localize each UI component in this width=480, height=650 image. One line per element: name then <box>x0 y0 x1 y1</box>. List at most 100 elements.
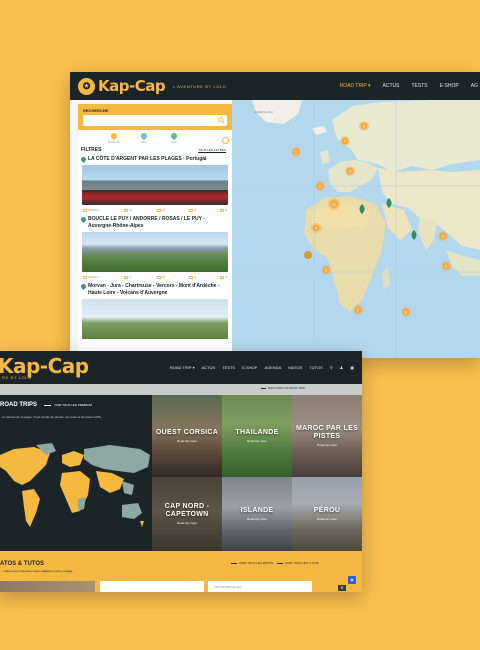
nav-agenda[interactable]: AGENDA <box>264 365 281 370</box>
matos-tutos-title: ATOS & TUTOS <box>0 561 45 567</box>
svg-text:3: 3 <box>325 268 327 272</box>
svg-text:4: 4 <box>363 124 365 128</box>
arrow-icon <box>261 388 266 389</box>
nav-tests[interactable]: TESTS <box>222 365 235 370</box>
trip-card[interactable]: BOUCLE LE PUY / ANDORRE / ROSAS / LE PUY… <box>78 214 232 281</box>
map-cluster: 2 <box>353 305 363 315</box>
pin-icon <box>79 215 88 224</box>
svg-text:2: 2 <box>295 150 297 154</box>
logo-text: Kap-Cap <box>98 77 166 95</box>
trip-title: LA CÔTE D'ARGENT PAR LES PLAGES - Portug… <box>88 156 207 162</box>
map-cluster: 2 <box>291 147 301 157</box>
tagline: RE BY LOLO <box>2 375 32 380</box>
likes-stat: 5 <box>220 275 227 279</box>
trip-photo <box>82 232 228 272</box>
submit-road-trip-link[interactable]: ENVOYER UN ROAD TRIP <box>268 386 305 390</box>
user-icon[interactable]: ♟ <box>340 365 344 370</box>
nav-tutos[interactable]: TUTOS <box>309 365 322 370</box>
nav-road-trip[interactable]: ROAD TRIP ▾ <box>170 365 195 370</box>
top-nav: ROAD TRIP ▾ ACTUS TESTS E-SHOP AG <box>340 72 480 100</box>
nav-road-trip[interactable]: ROAD TRIP ▾ <box>340 83 371 89</box>
svg-text:5: 5 <box>319 184 321 188</box>
nav-actus[interactable]: ACTUS <box>383 83 400 89</box>
svg-text:3: 3 <box>349 169 351 173</box>
destination-subtitle: Road trip moto <box>177 521 197 525</box>
search-band: RECHERCHE <box>78 104 232 132</box>
cart-icon[interactable]: ▣ <box>350 365 354 370</box>
route-icon <box>83 275 87 279</box>
tuto-card[interactable]: FOCUS MOTOS EQ <box>208 581 312 592</box>
search-icon[interactable]: ⚲ <box>330 365 333 370</box>
clock-icon <box>123 208 128 212</box>
svg-text:7: 7 <box>344 139 346 143</box>
svg-text:4: 4 <box>315 226 317 230</box>
pin-icon <box>79 282 88 291</box>
map-cluster: 2 <box>441 261 451 271</box>
nav-eshop[interactable]: E-SHOP <box>440 83 459 89</box>
all-filters-link[interactable]: TOUS LES FILTRES <box>198 148 226 152</box>
route-icon <box>83 208 87 212</box>
destination-tile[interactable]: THAILANDE Road trip moto <box>222 395 292 477</box>
map-cluster: 7 <box>340 136 350 146</box>
road-trip-icon <box>109 131 119 141</box>
arrow-icon <box>44 405 51 406</box>
spot-icon <box>169 131 179 141</box>
top-body: GREENLAND 4 7 2 3 5 12 4 3 6 2 8 2 RECHE… <box>70 100 480 358</box>
map-svg: GREENLAND 4 7 2 3 5 12 4 3 6 2 8 2 <box>232 100 480 358</box>
map-cluster: 4 <box>359 121 369 131</box>
steps-stat: 9 <box>189 275 196 279</box>
destination-subtitle: Road trip moto <box>247 517 267 521</box>
destination-tile[interactable]: PÉROU Road trip moto <box>292 477 362 551</box>
destination-tile[interactable]: MAROC PAR LES PISTES Road trip moto <box>292 395 362 477</box>
nav-eshop[interactable]: E-SHOP <box>242 365 257 370</box>
all-tutos-link[interactable]: VOIR TOUS LES TUTOS <box>285 561 319 565</box>
likes-stat: 3 <box>220 208 227 212</box>
flag-icon <box>189 275 194 279</box>
destination-tile[interactable]: ISLANDE Road trip moto <box>222 477 292 551</box>
destination-tile[interactable]: OUEST CORSICA Road trip moto <box>152 395 222 477</box>
svg-text:12: 12 <box>332 202 336 206</box>
tuto-card-photo[interactable] <box>0 581 95 592</box>
map-cluster: 8 <box>401 307 411 317</box>
logo[interactable]: ✪ Kap-Cap <box>78 77 166 95</box>
destination-tile[interactable]: CAP NORD - CAPETOWN Road trip moto <box>152 477 222 551</box>
search-label: RECHERCHE <box>83 108 109 113</box>
map-label: GREENLAND <box>254 110 274 114</box>
destination-grid: OUEST CORSICA Road trip moto THAILANDE R… <box>152 395 362 551</box>
matos-tutos-section: ATOS & TUTOS ... matos ou on travail le … <box>0 551 362 592</box>
close-button[interactable]: ✕ <box>338 585 346 591</box>
tagline: L'AVENTURE BY LOLO <box>173 83 227 89</box>
svg-text:2: 2 <box>357 308 359 312</box>
all-matos-link[interactable]: VOIR TOUS LES MATOS <box>239 561 273 565</box>
trip-card[interactable]: Morvan - Jura - Chartreuse - Vercors - M… <box>78 281 232 339</box>
world-map-illustration[interactable] <box>0 441 150 537</box>
camera-icon <box>156 275 161 279</box>
road-trips-section: ROAD TRIPS VOIR TOUS LES PREMIUM ...nt c… <box>0 395 152 551</box>
heart-icon <box>220 208 225 212</box>
nav-matos[interactable]: MATOS <box>288 365 302 370</box>
svg-text:2: 2 <box>445 264 447 268</box>
nav-actus[interactable]: ACTUS <box>202 365 216 370</box>
trip-stats: 2400 km 7 j 21 9 5 <box>81 272 229 281</box>
svg-text:6: 6 <box>442 234 444 238</box>
filters-title: FILTRES <box>81 147 102 153</box>
tuto-card-label: FOCUS MOTOS EQ <box>214 585 242 589</box>
bottom-nav: ROAD TRIP ▾ ACTUS TESTS E-SHOP AGENDA MA… <box>170 351 354 384</box>
moto-icon: ✪ <box>78 77 95 95</box>
world-map[interactable]: GREENLAND 4 7 2 3 5 12 4 3 6 2 8 2 <box>232 100 480 358</box>
filter-spot[interactable]: Spot <box>156 131 192 144</box>
nav-tests[interactable]: TESTS <box>411 83 427 89</box>
camera-icon <box>156 208 161 212</box>
info-icon[interactable] <box>222 137 229 144</box>
search-icon[interactable] <box>218 117 225 124</box>
trip-title: Morvan - Jura - Chartreuse - Vercors - M… <box>88 283 220 296</box>
nav-agenda[interactable]: AG <box>471 83 478 89</box>
search-box <box>83 115 227 132</box>
see-all-premium-link[interactable]: VOIR TOUS LES PREMIUM <box>54 403 92 407</box>
trip-card[interactable]: LA CÔTE D'ARGENT PAR LES PLAGES - Portug… <box>78 154 232 214</box>
destination-title: THAILANDE <box>235 429 279 436</box>
road-trips-description: ...nt carnets de voyages. C'est simple d… <box>0 415 102 419</box>
scroll-top-button[interactable]: ▲ <box>348 576 356 584</box>
tuto-card[interactable] <box>100 581 204 592</box>
matos-tutos-description: ... matos ou on travail le mieux adapter… <box>0 569 74 573</box>
